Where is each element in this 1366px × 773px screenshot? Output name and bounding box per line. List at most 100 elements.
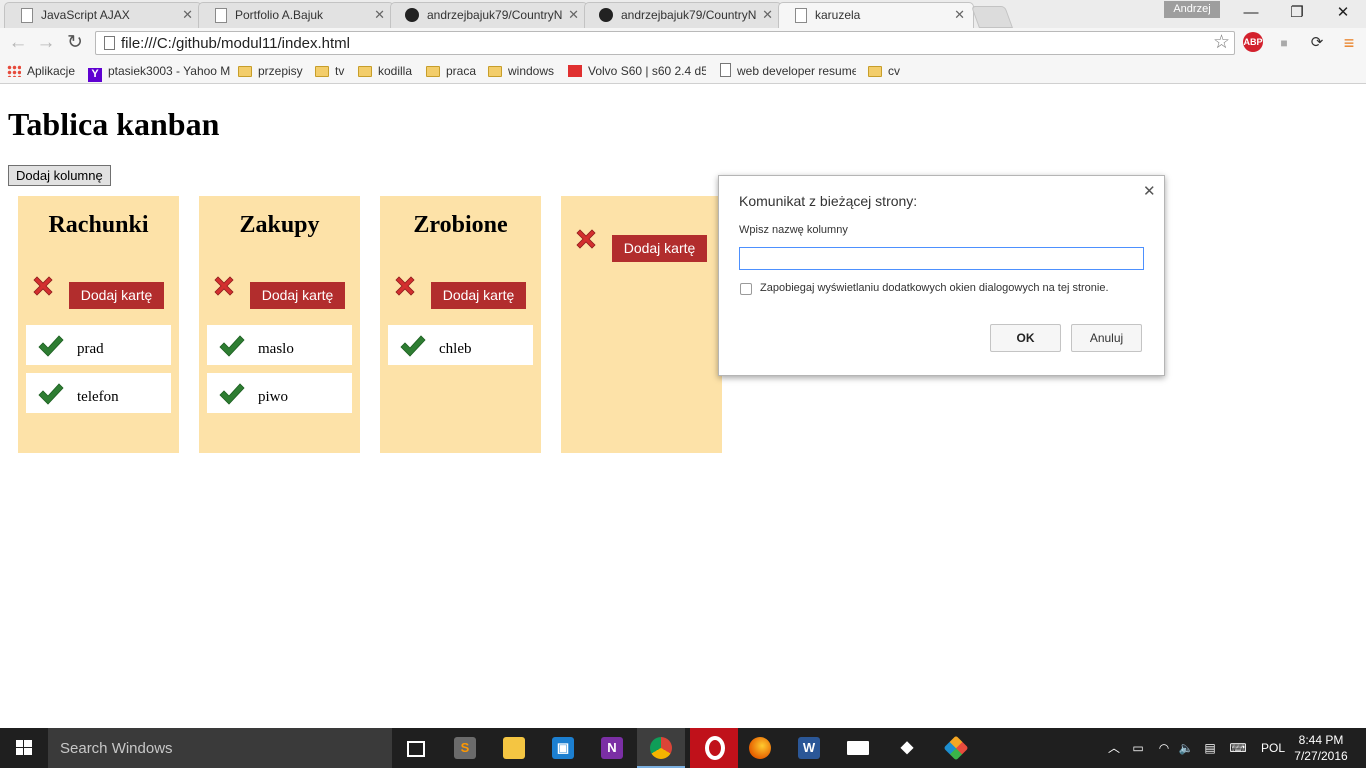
check-icon[interactable] — [38, 335, 64, 357]
add-card-button[interactable]: Dodaj kartę — [250, 282, 345, 309]
bookmark-windows[interactable]: windows — [488, 62, 554, 80]
bookmark-praca[interactable]: praca — [426, 62, 476, 80]
firefox-icon — [749, 737, 771, 759]
delete-column-icon[interactable] — [393, 274, 417, 298]
reload-icon[interactable]: ↻ — [63, 31, 87, 55]
browser-tab[interactable]: andrzejbajuk79/CountryN ✕ — [584, 2, 782, 28]
ok-button[interactable]: OK — [990, 324, 1061, 352]
browser-tab[interactable]: andrzejbajuk79/CountryN ✕ — [390, 2, 588, 28]
restore-icon[interactable]: ❐ — [1274, 0, 1320, 26]
cancel-button[interactable]: Anuluj — [1071, 324, 1142, 352]
add-card-button[interactable]: Dodaj kartę — [69, 282, 164, 309]
adblock-plus-icon[interactable]: ABP — [1243, 32, 1263, 52]
kanban-card[interactable]: piwo — [207, 373, 352, 413]
folder-icon — [315, 66, 329, 77]
bookmark-cv[interactable]: cv — [868, 62, 900, 80]
search-placeholder: Search Windows — [60, 740, 173, 757]
url-text[interactable]: file:///C:/github/modul11/index.html — [121, 35, 350, 52]
check-icon[interactable] — [219, 383, 245, 405]
close-icon[interactable]: ✕ — [954, 7, 965, 23]
bookmark-web-developer[interactable]: web developer resume — [720, 62, 856, 80]
new-tab-button[interactable] — [970, 6, 1014, 28]
delete-column-icon[interactable] — [212, 274, 236, 298]
kanban-column: Rachunki Dodaj kartę prad telefon — [18, 196, 179, 453]
address-bar[interactable]: file:///C:/github/modul11/index.html ☆ — [95, 31, 1235, 55]
close-icon[interactable]: ✕ — [762, 7, 773, 23]
file-explorer-icon — [503, 737, 525, 759]
tab-title: JavaScript AJAX — [41, 8, 130, 22]
minimize-icon[interactable]: — — [1228, 0, 1274, 26]
search-windows-box[interactable]: Search Windows — [48, 728, 392, 768]
sublime-text-icon: S — [454, 737, 476, 759]
keyboard-icon[interactable]: ⌨ — [1224, 728, 1252, 768]
task-view-button[interactable] — [392, 728, 440, 768]
notifications-icon[interactable]: ▤ — [1200, 728, 1220, 768]
check-icon[interactable] — [219, 335, 245, 357]
camera-extension-icon[interactable]: ■ — [1273, 32, 1295, 54]
kanban-card[interactable]: maslo — [207, 325, 352, 365]
browser-tab[interactable]: Portfolio A.Bajuk ✕ — [198, 2, 394, 28]
check-icon[interactable] — [400, 335, 426, 357]
taskbar-app-sublime[interactable]: S — [441, 728, 489, 768]
bookmarks-bar: Aplikacje Yptasiek3003 - Yahoo M przepis… — [0, 58, 1366, 84]
taskbar-app-opera[interactable] — [690, 728, 738, 768]
card-text: piwo — [258, 389, 288, 405]
kanban-card[interactable]: chleb — [388, 325, 533, 365]
bookmark-przepisy[interactable]: przepisy — [238, 62, 303, 80]
suppress-dialogs-label[interactable]: Zapobiegaj wyświetlaniu dodatkowych okie… — [760, 282, 1109, 294]
bookmark-label: tv — [335, 64, 345, 78]
add-column-button[interactable]: Dodaj kolumnę — [8, 165, 111, 186]
check-icon[interactable] — [38, 383, 64, 405]
close-icon[interactable]: ✕ — [182, 7, 193, 23]
delete-column-icon[interactable] — [31, 274, 55, 298]
kanban-card[interactable]: prad — [26, 325, 171, 365]
network-adapter-icon[interactable]: ▭ — [1128, 728, 1148, 768]
profile-button[interactable]: Andrzej — [1164, 1, 1220, 18]
column-name-input[interactable] — [739, 247, 1144, 270]
browser-tab[interactable]: JavaScript AJAX ✕ — [4, 2, 202, 28]
bookmark-label: Volvo S60 | s60 2.4 d5 — [588, 64, 706, 78]
bookmark-star-icon[interactable]: ☆ — [1213, 32, 1230, 54]
bookmark-yahoo[interactable]: Yptasiek3003 - Yahoo M — [88, 62, 230, 82]
taskbar-app-explorer[interactable] — [490, 728, 538, 768]
language-indicator[interactable]: POL — [1258, 728, 1288, 768]
tab-title: Portfolio A.Bajuk — [235, 8, 324, 22]
taskbar-app-store[interactable]: ▣ — [539, 728, 587, 768]
delete-column-icon[interactable] — [574, 227, 598, 251]
forward-arrow-icon[interactable]: → — [34, 31, 58, 55]
kanban-card[interactable]: telefon — [26, 373, 171, 413]
close-window-icon[interactable]: ✕ — [1320, 0, 1366, 26]
extension-icon[interactable]: ⟳ — [1306, 32, 1328, 54]
bookmark-kodilla[interactable]: kodilla — [358, 62, 412, 80]
card-text: chleb — [439, 341, 472, 357]
chevron-up-icon[interactable]: ︿ — [1105, 728, 1123, 768]
mail-icon — [847, 741, 869, 755]
bookmark-apps[interactable]: Aplikacje — [7, 62, 75, 80]
taskbar-app-cat[interactable]: ◆ — [883, 728, 931, 768]
volume-icon[interactable]: 🔈 — [1176, 728, 1196, 768]
bookmark-tv[interactable]: tv — [315, 62, 344, 80]
taskbar-app-onenote[interactable]: N — [588, 728, 636, 768]
add-card-button[interactable]: Dodaj kartę — [612, 235, 707, 262]
onenote-icon: N — [601, 737, 623, 759]
back-arrow-icon[interactable]: ← — [6, 31, 30, 55]
card-text: prad — [77, 341, 104, 357]
chrome-icon — [650, 737, 672, 759]
start-button[interactable] — [0, 728, 48, 768]
close-icon[interactable]: ✕ — [1143, 182, 1156, 200]
taskbar-app-chrome[interactable] — [637, 728, 685, 768]
bookmark-volvo[interactable]: Volvo S60 | s60 2.4 d5 — [568, 62, 706, 80]
wifi-icon[interactable]: ◠ — [1154, 728, 1174, 768]
taskbar-app-mail[interactable] — [834, 728, 882, 768]
suppress-dialogs-checkbox[interactable] — [740, 283, 752, 295]
clock[interactable]: 8:44 PM 7/27/2016 — [1290, 732, 1352, 764]
browser-tab-active[interactable]: karuzela ✕ — [778, 2, 974, 28]
close-icon[interactable]: ✕ — [568, 7, 579, 23]
menu-icon[interactable]: ≡ — [1338, 32, 1360, 54]
close-icon[interactable]: ✕ — [374, 7, 385, 23]
add-card-button[interactable]: Dodaj kartę — [431, 282, 526, 309]
taskbar-app-git[interactable] — [932, 728, 980, 768]
folder-icon — [358, 66, 372, 77]
taskbar-app-firefox[interactable] — [736, 728, 784, 768]
taskbar-app-word[interactable]: W — [785, 728, 833, 768]
